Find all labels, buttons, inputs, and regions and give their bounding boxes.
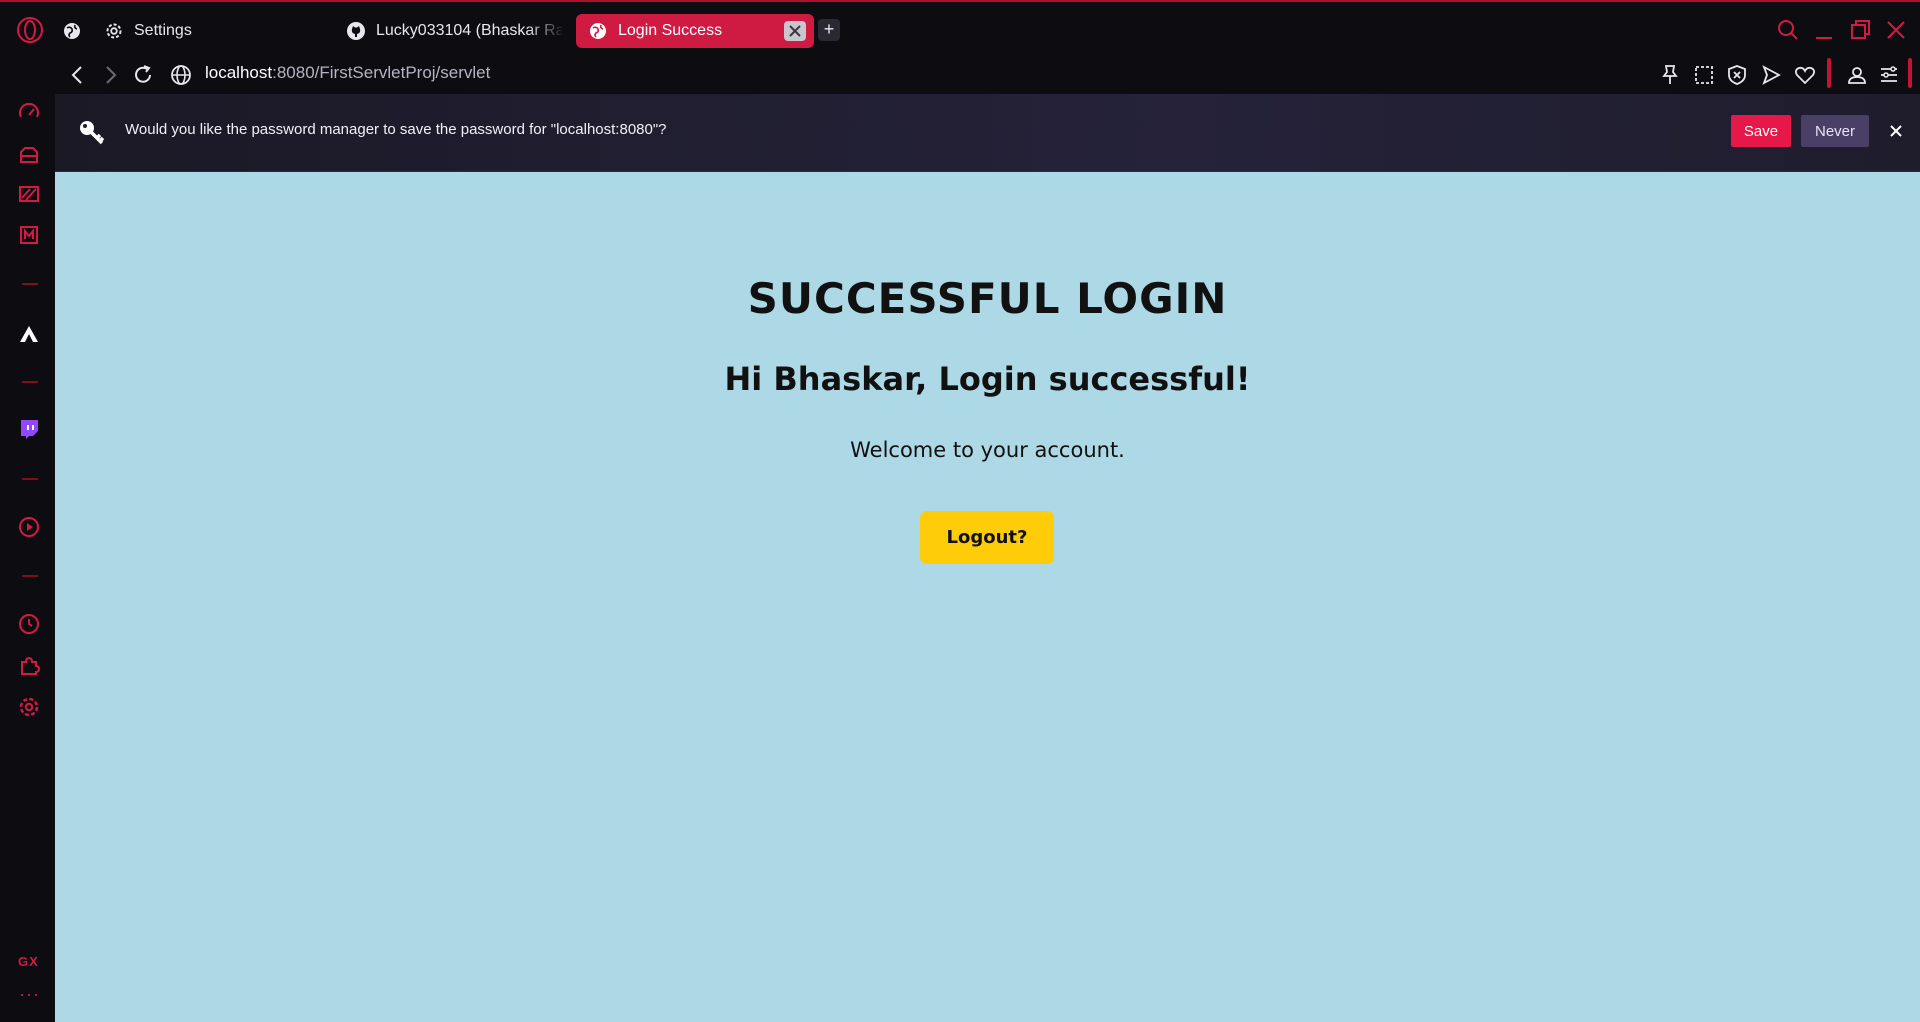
tab-login-success[interactable]: Login Success <box>576 14 814 48</box>
tab-github-label: Lucky033104 (Bhaskar Ra <box>376 22 562 39</box>
page-content: SUCCESSFUL LOGIN Hi Bhaskar, Login succe… <box>55 172 1920 1022</box>
url-path: :8080/FirstServletProj/servlet <box>272 63 491 82</box>
game-icon[interactable] <box>17 142 41 166</box>
greeting-heading: Hi Bhaskar, Login successful! <box>724 360 1251 398</box>
tab-strip: Settings Lucky033104 (Bhaskar Ra Login S… <box>0 2 1920 58</box>
globe-icon <box>64 23 80 39</box>
new-tab-button[interactable]: + <box>818 19 840 41</box>
sidebar: GX ··· <box>0 94 55 1022</box>
search-tabs-icon[interactable] <box>1776 18 1800 42</box>
history-icon[interactable] <box>17 612 41 636</box>
close-window-icon[interactable] <box>1884 18 1908 42</box>
never-save-button[interactable]: Never <box>1801 115 1869 147</box>
tab-settings[interactable]: Settings <box>104 14 334 48</box>
gear-icon <box>106 23 122 39</box>
tab-login-success-label: Login Success <box>618 22 723 39</box>
sidebar-more-button[interactable]: ··· <box>19 985 40 1003</box>
url-field[interactable]: localhost:8080/FirstServletProj/servlet <box>205 63 490 83</box>
opera-logo-icon[interactable] <box>16 16 44 44</box>
player-icon[interactable] <box>17 515 41 539</box>
close-icon[interactable] <box>1887 122 1905 140</box>
github-icon <box>347 22 365 40</box>
back-icon[interactable] <box>65 62 91 88</box>
password-save-message: Would you like the password manager to s… <box>125 121 667 138</box>
sidebar-separator <box>22 283 38 285</box>
aria-icon[interactable] <box>17 322 41 346</box>
tab-settings-label: Settings <box>134 22 192 39</box>
send-icon[interactable] <box>1759 63 1783 87</box>
minimize-icon[interactable] <box>1812 18 1836 42</box>
restore-icon[interactable] <box>1848 18 1872 42</box>
speed-dial-icon[interactable] <box>17 101 41 125</box>
browser-window: Settings Lucky033104 (Bhaskar Ra Login S… <box>0 0 1920 1022</box>
logout-button[interactable]: Logout? <box>920 511 1054 564</box>
password-save-bar: Would you like the password manager to s… <box>55 94 1920 172</box>
save-password-button[interactable]: Save <box>1731 115 1791 147</box>
easy-setup-menu-icon[interactable] <box>1877 63 1901 87</box>
forward-icon[interactable] <box>97 62 123 88</box>
address-bar: localhost:8080/FirstServletProj/servlet <box>55 58 1920 94</box>
heart-icon[interactable] <box>1793 63 1817 87</box>
account-icon[interactable] <box>1845 63 1869 87</box>
url-host: localhost <box>205 63 273 82</box>
reload-icon[interactable] <box>130 62 156 88</box>
adblock-shield-icon[interactable] <box>1725 63 1749 87</box>
globe-icon <box>590 23 606 39</box>
sidebar-separator <box>22 575 38 577</box>
tab-globe[interactable] <box>62 14 86 48</box>
extensions-icon[interactable] <box>17 654 41 678</box>
key-icon <box>80 121 105 145</box>
twitch-icon[interactable] <box>17 417 41 441</box>
gx-mods-icon[interactable] <box>17 223 41 247</box>
snapshot-icon[interactable] <box>1692 63 1716 87</box>
site-info-globe-icon[interactable] <box>168 62 194 88</box>
tab-github[interactable]: Lucky033104 (Bhaskar Ra <box>346 14 562 48</box>
wallpaper-icon[interactable] <box>17 182 41 206</box>
pin-icon[interactable] <box>1658 63 1682 87</box>
sidebar-separator <box>22 381 38 383</box>
welcome-text: Welcome to your account. <box>850 438 1125 462</box>
toolbar-separator <box>1908 58 1912 88</box>
close-icon <box>789 25 801 37</box>
close-tab-button[interactable] <box>784 21 806 41</box>
gx-label[interactable]: GX <box>18 954 39 969</box>
sidebar-separator <box>22 478 38 480</box>
settings-gear-icon[interactable] <box>17 695 41 719</box>
toolbar-separator <box>1827 58 1831 88</box>
page-title: SUCCESSFUL LOGIN <box>747 274 1228 323</box>
